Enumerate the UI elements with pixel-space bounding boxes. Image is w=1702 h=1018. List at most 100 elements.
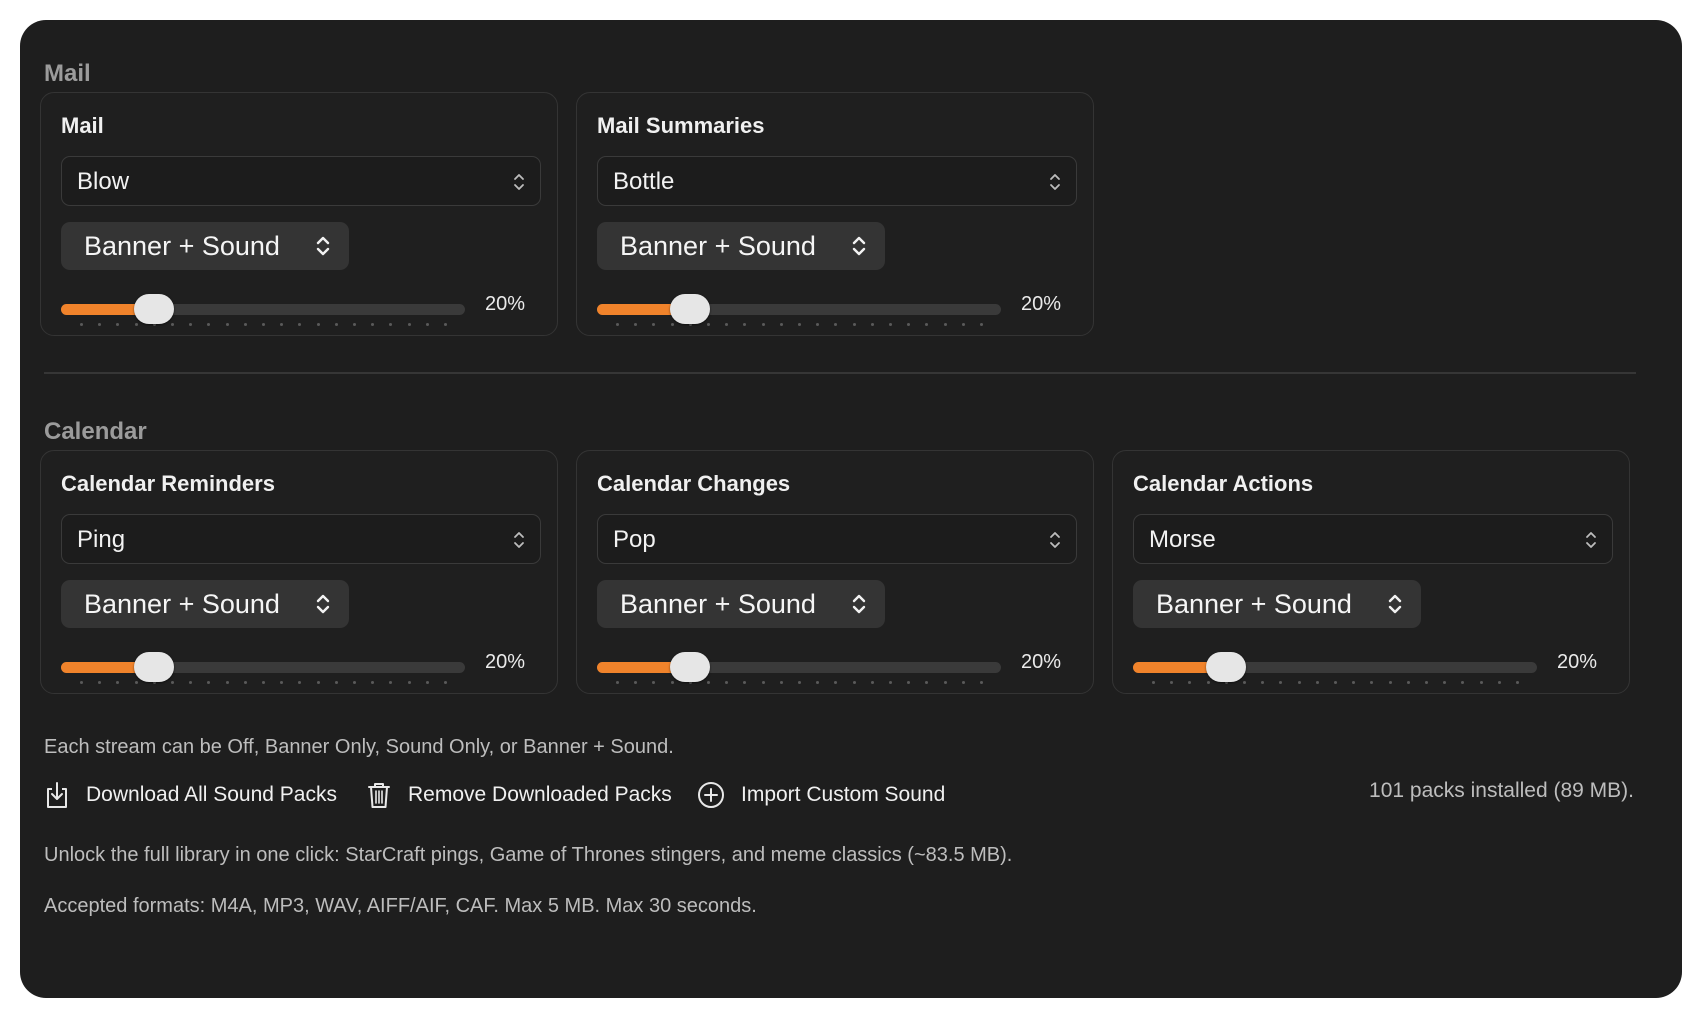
delivery-mode-popup[interactable]: Banner + Sound <box>597 222 885 270</box>
slider-tick <box>280 681 284 684</box>
slider-tick <box>980 681 983 684</box>
delivery-mode-value: Banner + Sound <box>1156 589 1352 619</box>
volume-slider[interactable] <box>597 647 1001 687</box>
slider-tick <box>1188 681 1192 684</box>
import-custom-sound-button[interactable]: Import Custom Sound <box>697 778 945 812</box>
delivery-mode-popup[interactable]: Banner + Sound <box>1133 580 1421 628</box>
slider-tick <box>743 323 747 326</box>
slider-tick <box>371 681 375 684</box>
slider-tick <box>225 681 229 684</box>
slider-tick <box>616 681 619 684</box>
slider-tick <box>207 681 211 684</box>
slider-tick <box>444 323 447 326</box>
slider-knob[interactable] <box>1205 652 1246 682</box>
slider-tick <box>1479 681 1483 684</box>
card-title: Calendar Actions <box>1133 471 1314 496</box>
slider-tick <box>262 681 265 684</box>
slider-tick <box>961 323 965 326</box>
up-down-chevron-icon <box>852 594 866 614</box>
section-title-mail: Mail <box>44 60 91 87</box>
stream-modes-note: Each stream can be Off, Banner Only, Sou… <box>44 736 674 758</box>
download-all-label: Download All Sound Packs <box>86 783 337 806</box>
slider-tick <box>852 323 856 326</box>
delivery-mode-popup[interactable]: Banner + Sound <box>61 222 349 270</box>
slider-tick <box>1261 681 1265 684</box>
slider-tick <box>407 681 411 684</box>
slider-tick <box>725 323 729 326</box>
slider-knob[interactable] <box>669 294 710 324</box>
slider-tick <box>725 681 729 684</box>
slider-tick <box>189 323 193 326</box>
slider-tick <box>425 681 429 684</box>
up-down-chevron-icon <box>1050 174 1060 190</box>
slider-tick <box>171 681 174 684</box>
slider-tick <box>980 323 983 326</box>
delivery-mode-value: Banner + Sound <box>84 589 280 619</box>
sound-select[interactable]: Blow <box>61 156 541 206</box>
sound-select[interactable]: Morse <box>1133 514 1613 564</box>
slider-tick <box>707 681 710 684</box>
sound-select-value: Ping <box>77 526 126 553</box>
slider-tick <box>1170 681 1174 684</box>
slider-tick <box>834 681 838 684</box>
slider-tick <box>353 681 356 684</box>
volume-value: 20% <box>1021 651 1062 673</box>
slider-tick <box>334 681 338 684</box>
sound-select[interactable]: Bottle <box>597 156 1077 206</box>
slider-tick <box>98 323 102 326</box>
slider-tick <box>116 681 120 684</box>
slider-tick <box>616 323 619 326</box>
stream-card-mail: Mail Blow Banner + Sound 20% <box>40 92 558 336</box>
section-divider <box>44 372 1636 374</box>
slider-ticks <box>61 323 465 327</box>
sound-select-value: Morse <box>1149 526 1216 553</box>
slider-tick <box>1497 681 1501 684</box>
slider-knob[interactable] <box>669 652 710 682</box>
download-all-button[interactable]: Download All Sound Packs <box>44 778 337 812</box>
stream-card-mail-summaries: Mail Summaries Bottle Banner + Sound 20% <box>576 92 1094 336</box>
stream-card-calendar-changes: Calendar Changes Pop Banner + Sound 20% <box>576 450 1094 694</box>
delivery-mode-popup[interactable]: Banner + Sound <box>61 580 349 628</box>
volume-slider[interactable] <box>597 289 1001 329</box>
slider-tick <box>353 323 356 326</box>
sound-select[interactable]: Pop <box>597 514 1077 564</box>
settings-window: Mail Mail Blow Banner + Sound 20% Mail S… <box>20 20 1682 998</box>
remove-downloaded-button[interactable]: Remove Downloaded Packs <box>366 778 672 812</box>
volume-value: 20% <box>485 293 526 315</box>
sound-select[interactable]: Ping <box>61 514 541 564</box>
slider-tick <box>1370 681 1374 684</box>
volume-value: 20% <box>1021 293 1062 315</box>
section-title-calendar: Calendar <box>44 418 147 445</box>
slider-tick <box>743 681 747 684</box>
slider-tick <box>243 323 247 326</box>
installed-packs-status: 101 packs installed (89 MB). <box>1369 779 1634 802</box>
slider-tick <box>1152 681 1155 684</box>
sound-select-value: Blow <box>77 168 130 195</box>
volume-slider[interactable] <box>61 289 465 329</box>
slider-tick <box>925 323 929 326</box>
slider-tick <box>670 681 674 684</box>
slider-tick <box>1516 681 1519 684</box>
volume-slider[interactable] <box>1133 647 1537 687</box>
slider-tick <box>1315 681 1319 684</box>
stream-card-calendar-reminders: Calendar Reminders Ping Banner + Sound 2… <box>40 450 558 694</box>
slider-tick <box>171 323 174 326</box>
slider-tick <box>852 681 856 684</box>
slider-tick <box>798 323 801 326</box>
slider-knob[interactable] <box>133 652 174 682</box>
slider-tick <box>652 681 656 684</box>
volume-slider[interactable] <box>61 647 465 687</box>
up-down-chevron-icon <box>514 174 524 190</box>
delivery-mode-popup[interactable]: Banner + Sound <box>597 580 885 628</box>
slider-knob[interactable] <box>133 294 174 324</box>
slider-tick <box>779 323 783 326</box>
accepted-formats-note: Accepted formats: M4A, MP3, WAV, AIFF/AI… <box>44 895 757 917</box>
slider-tick <box>707 323 710 326</box>
slider-ticks <box>61 681 465 685</box>
volume-value: 20% <box>485 651 526 673</box>
slider-tick <box>761 681 765 684</box>
sound-select-value: Pop <box>613 526 656 553</box>
unlock-library-note: Unlock the full library in one click: St… <box>44 844 1013 866</box>
slider-tick <box>870 681 874 684</box>
slider-ticks <box>1133 681 1537 685</box>
